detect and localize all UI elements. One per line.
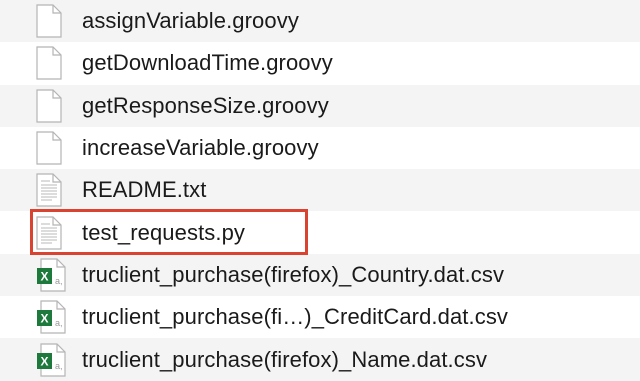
file-name: test_requests.py — [82, 219, 246, 245]
text-document-icon — [36, 170, 72, 210]
excel-csv-icon: X a, — [36, 297, 72, 337]
file-name: assignVariable.groovy — [82, 8, 299, 34]
file-name: increaseVariable.groovy — [82, 135, 319, 161]
file-row-creditcard-csv[interactable]: X a, truclient_purchase(fi…)_CreditCard.… — [0, 296, 640, 339]
blank-document-icon — [36, 1, 72, 41]
svg-text:X: X — [40, 269, 48, 283]
excel-csv-icon: X a, — [36, 340, 72, 380]
svg-text:a,: a, — [55, 361, 63, 371]
svg-text:X: X — [40, 354, 48, 368]
excel-csv-icon: X a, — [36, 255, 72, 295]
file-row-getResponseSize[interactable]: getResponseSize.groovy — [0, 84, 640, 127]
text-document-icon — [36, 213, 72, 253]
file-row-assignVariable[interactable]: assignVariable.groovy — [0, 0, 640, 43]
file-row-readme[interactable]: README.txt — [0, 169, 640, 212]
svg-text:a,: a, — [55, 276, 63, 286]
blank-document-icon — [36, 128, 72, 168]
file-list: assignVariable.groovy getDownloadTime.gr… — [0, 0, 640, 381]
blank-document-icon — [36, 43, 72, 83]
file-name: getDownloadTime.groovy — [82, 50, 333, 76]
svg-text:X: X — [40, 312, 48, 326]
file-name: truclient_purchase(firefox)_Country.dat.… — [82, 261, 505, 287]
file-name: truclient_purchase(firefox)_Name.dat.csv — [82, 346, 488, 372]
file-row-increaseVariable[interactable]: increaseVariable.groovy — [0, 126, 640, 170]
file-row-test-requests[interactable]: test_requests.py — [0, 211, 640, 254]
file-name: README.txt — [82, 177, 207, 203]
file-name: truclient_purchase(fi…)_CreditCard.dat.c… — [82, 304, 509, 330]
file-row-name-csv[interactable]: X a, truclient_purchase(firefox)_Name.da… — [0, 338, 640, 381]
file-row-country-csv[interactable]: X a, truclient_purchase(firefox)_Country… — [0, 253, 640, 297]
file-name: getResponseSize.groovy — [82, 92, 329, 118]
file-row-getDownloadTime[interactable]: getDownloadTime.groovy — [0, 42, 640, 85]
svg-text:a,: a, — [55, 318, 63, 328]
blank-document-icon — [36, 86, 72, 126]
